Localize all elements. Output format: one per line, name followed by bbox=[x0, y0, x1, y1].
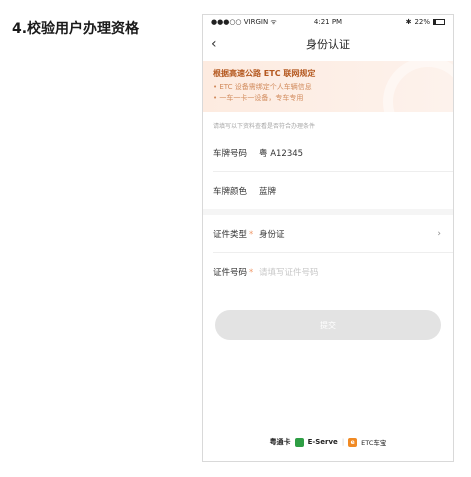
chevron-right-icon: › bbox=[437, 228, 441, 239]
required-mark: * bbox=[249, 267, 254, 278]
nav-bar: ‹ 身份认证 bbox=[203, 29, 453, 59]
battery-fill bbox=[434, 20, 437, 24]
plate-number-value: 粤 A12345 bbox=[259, 148, 304, 159]
regulation-notice: 根据高速公路 ETC 联网规定 • ETC 设备需绑定个人车辆信息 • 一车一卡… bbox=[203, 61, 453, 112]
id-number-label-text: 证件号码 bbox=[213, 267, 248, 278]
page-title: 身份认证 bbox=[306, 38, 350, 51]
plate-number-label: 车牌号码 bbox=[213, 148, 248, 159]
submit-button[interactable]: 提交 bbox=[215, 310, 441, 340]
id-number-input[interactable]: 请填写证件号码 bbox=[259, 266, 319, 278]
footer-brands: 粤通卡 E-Serve | e ETC车宝 bbox=[203, 437, 453, 447]
battery-icon bbox=[433, 19, 445, 25]
id-type-value: 身份证 bbox=[259, 229, 285, 240]
phone-screen: ●●●○○ VIRGIN ᯤ 4:21 PM ✱ 22% ‹ 身份认证 根据高速… bbox=[202, 14, 454, 462]
id-number-field[interactable]: 证件号码 * 请填写证件号码 bbox=[203, 253, 453, 290]
id-type-label: 证件类型 * bbox=[213, 228, 259, 240]
step-title: 4.校验用户办理资格 bbox=[12, 21, 140, 37]
plate-number-row: 车牌号码 粤 A12345 bbox=[203, 134, 453, 171]
id-type-select[interactable]: 证件类型 * 身份证 › bbox=[203, 215, 453, 252]
plate-color-label: 车牌颜色 bbox=[213, 186, 248, 197]
eserve-logo: E-Serve bbox=[307, 438, 338, 446]
etc-chebao-logo: ETC车宝 bbox=[361, 439, 387, 447]
eserve-icon bbox=[294, 437, 304, 447]
footer-separator: | bbox=[341, 438, 345, 446]
id-type-label-text: 证件类型 bbox=[213, 229, 248, 240]
required-mark: * bbox=[249, 229, 254, 240]
yuetongka-logo: 粤通卡 bbox=[269, 438, 291, 446]
id-number-label: 证件号码 * bbox=[213, 266, 259, 278]
status-time: 4:21 PM bbox=[313, 18, 343, 26]
back-chevron-icon[interactable]: ‹ bbox=[211, 36, 217, 52]
form-hint: 请填写以下资料查看是否符合办理条件 bbox=[213, 123, 316, 130]
plate-color-value: 蓝牌 bbox=[259, 186, 277, 197]
etc-icon: e bbox=[348, 437, 358, 447]
plate-color-row: 车牌颜色 蓝牌 bbox=[203, 172, 453, 209]
status-bar: ●●●○○ VIRGIN ᯤ 4:21 PM ✱ 22% bbox=[203, 15, 453, 29]
